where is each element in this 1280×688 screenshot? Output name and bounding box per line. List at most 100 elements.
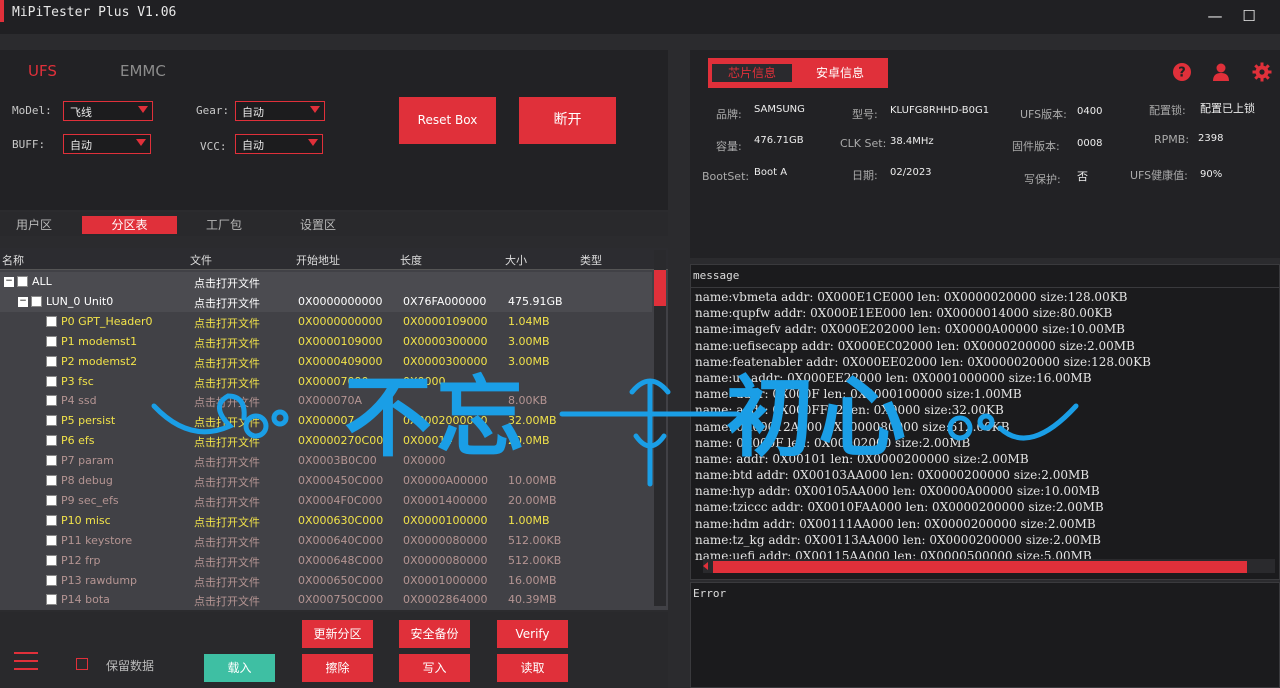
gear-icon[interactable] [1252, 62, 1272, 82]
cell-file[interactable]: 点击打开文件 [194, 434, 260, 450]
row-checkbox[interactable] [46, 415, 57, 427]
row-checkbox[interactable] [46, 355, 57, 367]
table-row[interactable]: P13 rawdump 点击打开文件 0X000650C000 0X000100000… [0, 571, 652, 591]
cell-start: 0X000650C000 [298, 573, 384, 587]
table-row[interactable]: P9 sec_efs 点击打开文件 0X0004F0C000 0X0001400000… [0, 491, 652, 511]
tab-android-info[interactable]: 安卓信息 [800, 64, 880, 82]
health-value: 90% [1200, 169, 1223, 180]
cell-file[interactable]: 点击打开文件 [194, 474, 260, 490]
table-row[interactable]: − LUN_0 Unit0 点击打开文件 0X0000000000 0X76FA0000… [0, 291, 652, 312]
table-row[interactable]: P10 misc 点击打开文件 0X000630C000 0X0000100000 1.… [0, 511, 652, 531]
table-row[interactable]: P1 modemst1 点击打开文件 0X0000109000 0X000030000… [0, 332, 652, 352]
keep-data-checkbox[interactable] [76, 658, 88, 670]
tab-ufs[interactable]: UFS [28, 62, 57, 80]
cell-file[interactable]: 点击打开文件 [194, 375, 260, 391]
cell-size: 8.00KB [508, 394, 548, 408]
cell-file[interactable]: 点击打开文件 [194, 315, 260, 331]
row-checkbox[interactable] [46, 514, 57, 526]
menu-icon[interactable] [14, 652, 38, 674]
erase-button[interactable]: 擦除 [302, 654, 373, 682]
collapse-icon[interactable]: − [4, 277, 14, 287]
cell-file[interactable]: 点击打开文件 [194, 275, 260, 291]
table-row[interactable]: − ALL 点击打开文件 [0, 272, 652, 292]
table-row[interactable]: P7 param 点击打开文件 0X0003B0C00 0X0000 [0, 451, 652, 471]
cell-file[interactable]: 点击打开文件 [194, 593, 260, 609]
table-row[interactable]: P4 ssd 点击打开文件 0X000070A 8.00KB [0, 391, 652, 411]
row-checkbox[interactable] [46, 455, 57, 467]
tab-emmc[interactable]: EMMC [120, 62, 166, 80]
cell-file[interactable]: 点击打开文件 [194, 414, 260, 430]
buff-select[interactable]: 自动 [63, 134, 151, 154]
gear-select[interactable]: 自动 [235, 101, 325, 121]
scroll-left-icon[interactable] [703, 562, 708, 570]
collapse-icon[interactable]: − [18, 296, 28, 307]
table-row[interactable]: P6 efs 点击打开文件 0X0000270C00 0X00014 20.0MB [0, 431, 652, 451]
write-button[interactable]: 写入 [399, 654, 470, 682]
tab-chip-info[interactable]: 芯片信息 [712, 64, 792, 82]
table-row[interactable]: P11 keystore 点击打开文件 0X000640C000 0X00000800… [0, 531, 652, 551]
cell-file[interactable]: 点击打开文件 [194, 574, 260, 590]
write-protect-label: 写保护: [1024, 173, 1061, 186]
row-checkbox[interactable] [46, 534, 57, 546]
cell-file[interactable]: 点击打开文件 [194, 335, 260, 351]
cell-file[interactable]: 点击打开文件 [194, 514, 260, 530]
vcc-select[interactable]: 自动 [235, 134, 323, 154]
message-hscrollbar[interactable] [703, 559, 1275, 573]
user-icon[interactable] [1212, 62, 1232, 82]
model-value: 飞线 [70, 106, 92, 119]
row-checkbox[interactable] [46, 435, 57, 447]
tab-settings-area[interactable]: 设置区 [290, 216, 346, 234]
row-checkbox[interactable] [46, 315, 57, 327]
tab-factory-package[interactable]: 工厂包 [196, 216, 252, 234]
safe-backup-button[interactable]: 安全备份 [399, 620, 470, 648]
row-checkbox[interactable] [46, 395, 57, 407]
cell-name: P11 keystore [61, 533, 133, 547]
table-row[interactable]: P3 fsc 点击打开文件 0X00007090 0X0000 [0, 372, 652, 392]
model-select[interactable]: 飞线 [63, 101, 153, 121]
read-button[interactable]: 读取 [497, 654, 568, 682]
row-checkbox[interactable] [46, 594, 57, 606]
table-row[interactable]: P2 modemst2 点击打开文件 0X0000409000 0X000030000… [0, 352, 652, 372]
cell-size: 20.00MB [508, 493, 557, 507]
load-button[interactable]: 载入 [204, 654, 275, 682]
cell-file[interactable]: 点击打开文件 [194, 295, 260, 311]
cell-start: 0X000070A [298, 394, 363, 408]
cell-file[interactable]: 点击打开文件 [194, 355, 260, 371]
help-icon[interactable]: ? [1172, 62, 1192, 82]
cell-length: 0X0000100000 [403, 513, 488, 527]
cell-name: P10 misc [61, 513, 111, 527]
cell-file[interactable]: 点击打开文件 [194, 454, 260, 470]
maximize-button[interactable]: ☐ [1238, 6, 1260, 26]
row-checkbox[interactable] [46, 574, 57, 586]
cell-start: 0X0000270C00 [298, 434, 384, 448]
cell-start: 0X0000409000 [298, 354, 383, 368]
table-scrollbar[interactable] [654, 250, 666, 606]
table-row[interactable]: P0 GPT_Header0 点击打开文件 0X0000000000 0X000010… [0, 312, 652, 332]
tab-user-area[interactable]: 用户区 [6, 216, 62, 234]
row-checkbox[interactable] [46, 554, 57, 566]
row-checkbox[interactable] [46, 494, 57, 506]
minimize-button[interactable]: — [1204, 6, 1226, 26]
cell-file[interactable]: 点击打开文件 [194, 494, 260, 510]
disconnect-button[interactable]: 断开 [519, 97, 616, 144]
cell-file[interactable]: 点击打开文件 [194, 534, 260, 550]
update-partition-button[interactable]: 更新分区 [302, 620, 373, 648]
table-row[interactable]: P12 frp 点击打开文件 0X000648C000 0X0000080000 512… [0, 551, 652, 571]
row-checkbox[interactable] [17, 276, 28, 287]
tab-partition-table[interactable]: 分区表 [82, 216, 177, 234]
cell-name: P2 modemst2 [61, 354, 138, 368]
scrollbar-thumb[interactable] [654, 270, 666, 306]
row-checkbox[interactable] [46, 375, 57, 387]
scrollbar-thumb[interactable] [713, 561, 1247, 573]
reset-box-button[interactable]: Reset Box [399, 97, 496, 144]
cell-file[interactable]: 点击打开文件 [194, 554, 260, 570]
verify-button[interactable]: Verify [497, 620, 568, 648]
table-row[interactable]: P14 bota 点击打开文件 0X000750C000 0X0002864000 40… [0, 590, 652, 610]
row-checkbox[interactable] [46, 475, 57, 486]
cell-start: 0X000007 [298, 414, 355, 428]
row-checkbox[interactable] [31, 295, 42, 307]
cell-file[interactable]: 点击打开文件 [194, 394, 260, 410]
table-row[interactable]: P8 debug 点击打开文件 0X000450C000 0X0000A00000 10… [0, 471, 652, 491]
table-row[interactable]: P5 persist 点击打开文件 0X000007 0X0002000000 32.0… [0, 411, 652, 431]
row-checkbox[interactable] [46, 335, 57, 347]
